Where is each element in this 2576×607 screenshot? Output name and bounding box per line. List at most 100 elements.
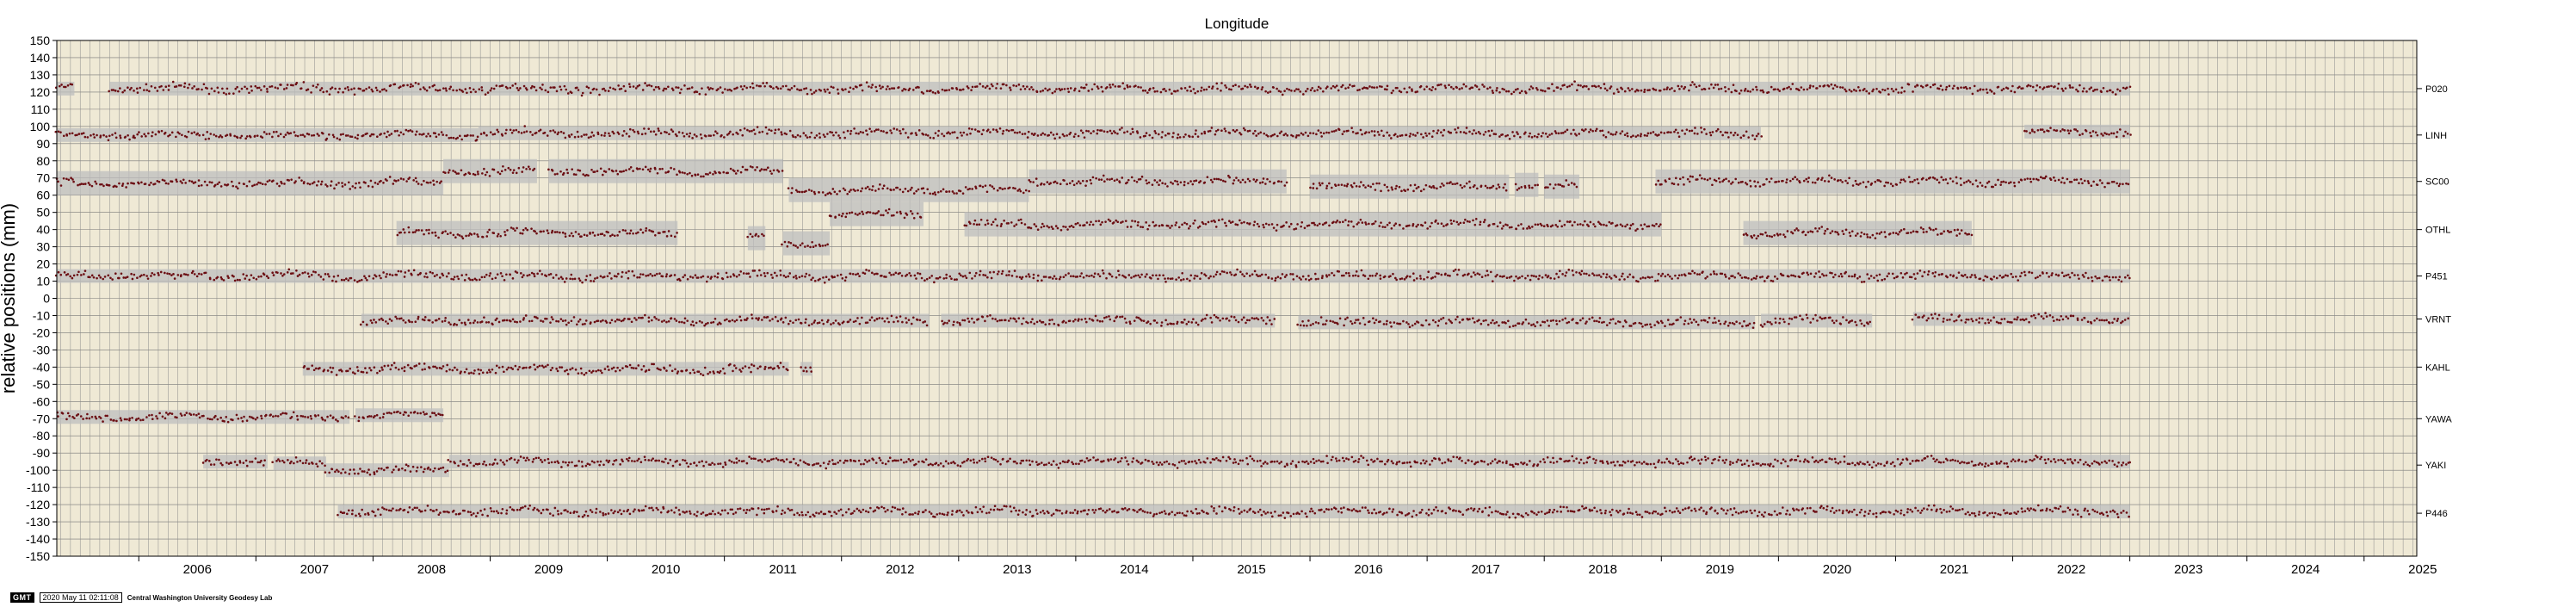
data-point (1641, 276, 1645, 279)
data-point (371, 185, 374, 189)
data-point (2077, 90, 2079, 93)
data-point (408, 231, 411, 234)
data-point (396, 317, 398, 320)
data-point (449, 85, 453, 89)
data-point (529, 131, 532, 133)
data-point (1473, 129, 1475, 132)
data-point (342, 90, 344, 94)
data-point (802, 132, 806, 134)
data-point (1373, 321, 1376, 325)
data-point (1870, 182, 1874, 185)
data-point (306, 272, 310, 276)
data-point (1080, 318, 1084, 321)
data-point (415, 229, 418, 232)
data-point (1681, 129, 1683, 132)
data-point (2035, 89, 2037, 92)
data-point (1486, 269, 1489, 272)
data-point (1513, 134, 1516, 138)
data-point (319, 276, 323, 278)
data-point (238, 90, 241, 93)
data-point (505, 128, 508, 132)
data-point (460, 169, 463, 172)
data-point (197, 88, 200, 90)
data-point (2046, 85, 2048, 89)
data-point (759, 84, 762, 88)
data-point (1876, 279, 1880, 282)
data-point (1885, 181, 1887, 184)
data-point (644, 82, 646, 84)
data-point (1166, 277, 1170, 280)
data-point (1719, 181, 1721, 183)
data-point (849, 319, 852, 321)
data-point (1361, 221, 1364, 224)
data-point (411, 130, 414, 133)
data-point (998, 127, 1002, 130)
data-point (136, 133, 139, 136)
data-point (873, 130, 876, 133)
data-point (343, 183, 347, 186)
data-point (245, 135, 249, 138)
data-point (1225, 224, 1228, 227)
data-point (1074, 318, 1077, 321)
data-point (1215, 270, 1219, 274)
data-point (89, 276, 91, 279)
data-point (858, 212, 862, 215)
data-point (991, 128, 995, 131)
data-point (2066, 273, 2070, 276)
data-point (1798, 89, 1801, 91)
data-point (659, 132, 663, 135)
data-point (1388, 221, 1391, 225)
data-point (533, 272, 535, 276)
data-point (855, 273, 857, 276)
data-point (525, 167, 528, 170)
data-point (651, 275, 654, 277)
data-point (1090, 182, 1093, 185)
data-point (97, 274, 101, 277)
data-point (210, 87, 213, 90)
data-point (1830, 177, 1833, 179)
data-point (870, 271, 874, 275)
data-point (1734, 177, 1737, 181)
data-point (690, 86, 694, 89)
data-point (1537, 277, 1540, 281)
data-point (1782, 179, 1784, 183)
data-point (1279, 276, 1282, 280)
data-point (1059, 276, 1062, 279)
data-point (1085, 221, 1089, 224)
data-point (1217, 177, 1220, 181)
data-point (516, 271, 519, 274)
data-point (1866, 273, 1869, 276)
data-point (1654, 183, 1658, 186)
data-point (515, 128, 518, 132)
data-point (1559, 269, 1561, 273)
data-point (329, 184, 332, 187)
data-point (1210, 127, 1214, 129)
data-point (612, 87, 615, 90)
data-point (195, 275, 199, 278)
data-point (629, 229, 633, 232)
data-point (1004, 319, 1007, 322)
data-point (339, 133, 343, 136)
data-point (2085, 129, 2088, 133)
data-point (2010, 272, 2013, 276)
data-point (1510, 92, 1513, 96)
data-point (2033, 131, 2036, 133)
data-point (164, 85, 168, 89)
data-point (1770, 177, 1773, 180)
error-band (964, 212, 1662, 237)
data-point (1779, 232, 1782, 236)
data-point (413, 231, 417, 233)
data-point (863, 272, 867, 276)
data-point (1363, 275, 1367, 277)
data-point (261, 136, 264, 139)
data-point (163, 179, 166, 183)
data-point (1062, 276, 1066, 279)
data-point (509, 86, 512, 90)
data-point (1161, 224, 1164, 227)
data-point (1844, 90, 1848, 93)
data-point (596, 233, 600, 236)
data-point (1043, 133, 1047, 136)
data-point (1134, 84, 1137, 87)
data-point (2086, 180, 2090, 183)
data-point (645, 275, 648, 277)
